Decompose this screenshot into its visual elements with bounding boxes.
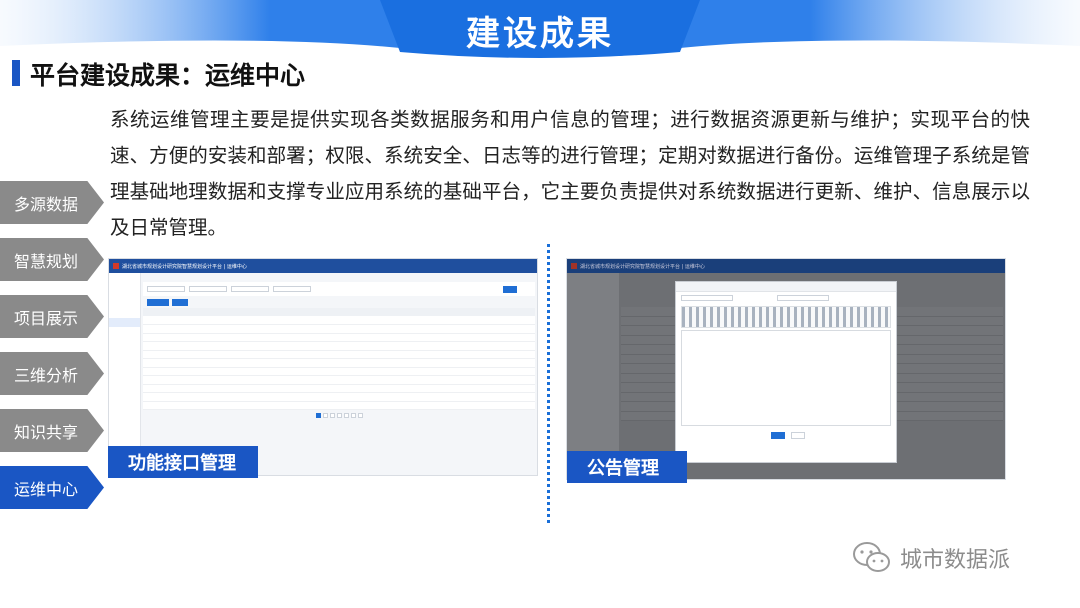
nav-item-project-display[interactable]: 项目展示 [0,295,104,338]
nav-item-knowledge-sharing[interactable]: 知识共享 [0,409,104,452]
description-paragraph: 系统运维管理主要是提供实现各类数据服务和用户信息的管理；进行数据资源更新与维护；… [110,108,1030,239]
app-logo-icon [571,263,577,269]
dialog-fields [676,292,896,304]
dotted-divider [547,244,550,524]
rich-text-editor [681,330,891,426]
action-buttons [143,296,535,308]
app-header: 湖北省城市规划设计研究院智慧规划设计平台 | 运维中心 [567,259,1005,273]
nav-item-3d-analysis[interactable]: 三维分析 [0,352,104,395]
nav-item-ops-center[interactable]: 运维中心 [0,466,104,509]
watermark-text: 城市数据派 [900,548,1011,573]
cancel-button [791,432,805,439]
nav-item-multi-source-data[interactable]: 多源数据 [0,181,104,224]
app-sidebar [109,273,141,475]
app-title: 湖北省城市规划设计研究院智慧规划设计平台 | 运维中心 [580,263,705,270]
header-banner: 建设成果 [0,0,1080,64]
confirm-button [771,432,785,439]
watermark: 城市数据派 [852,540,1010,576]
section-marker [12,60,20,86]
app-main [143,275,535,475]
announcement-management-screenshot: 湖北省城市规划设计研究院智慧规划设计平台 | 运维中心 [566,258,1006,480]
caption-interface-management: 功能接口管理 [108,446,258,478]
app-header: 湖北省城市规划设计研究院智慧规划设计平台 | 运维中心 [109,259,537,273]
section-title: 平台建设成果：运维中心 [30,61,306,90]
app-logo-icon [113,263,119,269]
caption-announcement-management: 公告管理 [567,451,687,483]
dialog-header [676,282,896,292]
filter-row [143,282,535,296]
page-title: 建设成果 [466,14,614,54]
interface-table [143,308,535,410]
interface-management-screenshot: 湖北省城市规划设计研究院智慧规划设计平台 | 运维中心 [108,258,538,476]
nav-item-smart-planning[interactable]: 智慧规划 [0,238,104,281]
app-breadcrumb [143,275,535,282]
app-sidebar [567,273,619,479]
announcement-dialog [675,281,897,463]
side-nav: 多源数据 智慧规划 项目展示 三维分析 知识共享 运维中心 [0,181,110,523]
dialog-footer [676,426,896,439]
pagination [143,410,535,420]
editor-toolbar [681,306,891,328]
app-title: 湖北省城市规划设计研究院智慧规划设计平台 | 运维中心 [122,263,247,270]
wechat-icon [853,542,890,572]
